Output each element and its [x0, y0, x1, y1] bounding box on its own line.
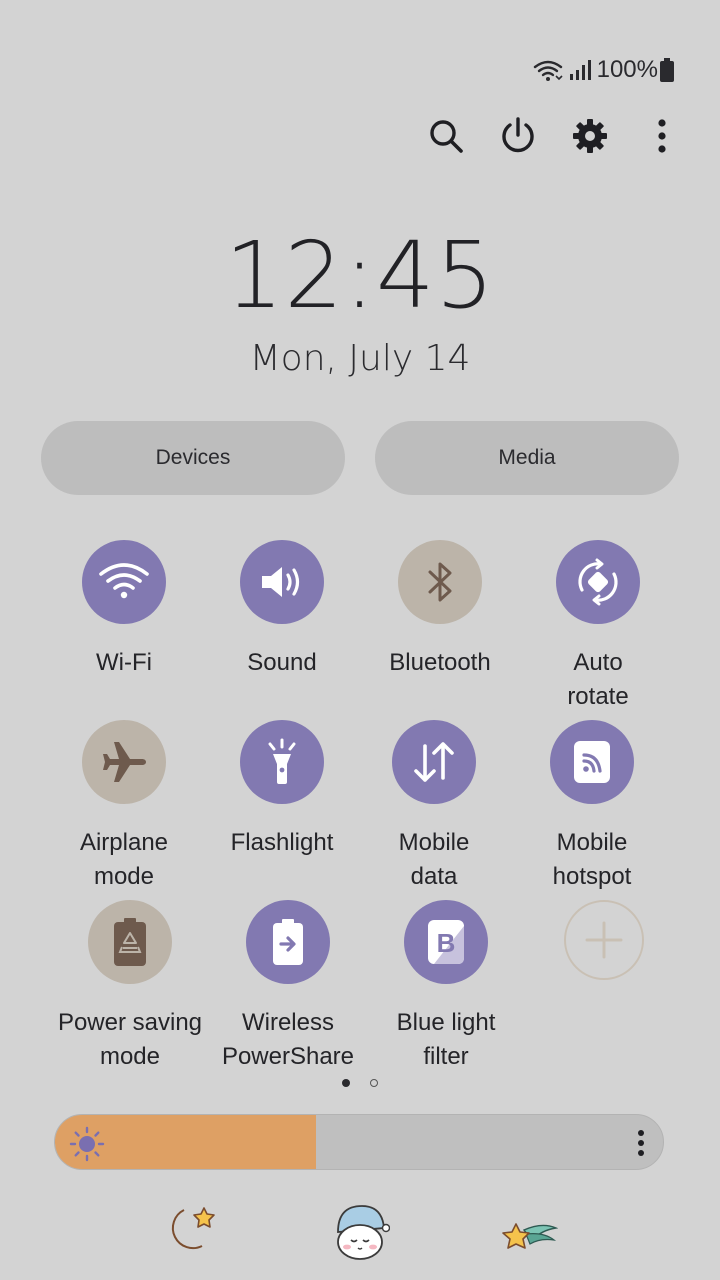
brightness-more-icon[interactable]	[637, 1129, 645, 1157]
status-bar: 100%	[533, 56, 674, 84]
tile-label: Auto rotate	[567, 649, 629, 710]
hotspot-icon	[574, 741, 610, 783]
power-saving-toggle[interactable]	[88, 900, 172, 984]
clock-time[interactable]: 12:45	[0, 222, 720, 329]
devices-button[interactable]: Devices	[41, 421, 345, 495]
blue-light-icon: B	[428, 920, 464, 964]
tile-mobile-hotspot[interactable]: Mobile hotspot	[512, 720, 672, 894]
more-options-button[interactable]	[644, 112, 680, 160]
decorative-stickers	[0, 1198, 720, 1268]
brightness-slider[interactable]	[54, 1114, 664, 1170]
power-icon	[502, 117, 534, 153]
flashlight-toggle[interactable]	[240, 720, 324, 804]
tile-label: Bluetooth	[389, 649, 491, 676]
media-button[interactable]: Media	[375, 421, 679, 495]
tile-label: Mobile hotspot	[552, 829, 632, 890]
bluetooth-toggle[interactable]	[398, 540, 482, 624]
powershare-toggle[interactable]	[246, 900, 330, 984]
add-tile-button[interactable]	[564, 900, 644, 980]
bluetooth-icon	[428, 562, 452, 602]
tile-label: Wi-Fi	[96, 649, 152, 676]
mobile-data-icon	[414, 742, 454, 782]
battery-icon	[660, 58, 674, 82]
tile-blue-light-filter[interactable]: B Blue light filter	[366, 900, 526, 1074]
tile-auto-rotate[interactable]: Auto rotate	[518, 540, 678, 714]
gear-icon	[573, 119, 607, 153]
battery-text: 100%	[596, 56, 658, 83]
search-icon	[430, 120, 463, 153]
wifi-status-icon	[533, 58, 563, 82]
page-indicator[interactable]	[342, 1079, 378, 1087]
tile-label: Sound	[247, 649, 317, 676]
auto-rotate-toggle[interactable]	[556, 540, 640, 624]
signal-icon	[569, 59, 591, 81]
search-button[interactable]	[428, 112, 464, 160]
tile-wireless-powershare[interactable]: Wireless PowerShare	[208, 900, 368, 1074]
svg-text:B: B	[437, 928, 456, 958]
wifi-icon	[99, 563, 149, 599]
airplane-icon	[103, 742, 146, 782]
tile-sound[interactable]: Sound	[202, 540, 362, 680]
moon-star-icon	[171, 1207, 215, 1250]
page-dot-active	[342, 1079, 350, 1087]
tile-bluetooth[interactable]: Bluetooth	[360, 540, 520, 680]
more-vert-icon	[658, 119, 666, 153]
hotspot-toggle[interactable]	[550, 720, 634, 804]
speaker-icon	[262, 567, 300, 597]
rotate-icon	[578, 558, 618, 606]
top-actions	[428, 112, 680, 160]
sun-icon	[69, 1126, 105, 1162]
blue-light-toggle[interactable]: B	[404, 900, 488, 984]
wifi-toggle[interactable]	[82, 540, 166, 624]
tile-label: Mobile data	[398, 829, 470, 890]
mobile-data-toggle[interactable]	[392, 720, 476, 804]
battery-recycle-icon	[114, 918, 146, 966]
airplane-toggle[interactable]	[82, 720, 166, 804]
tile-label: Wireless PowerShare	[221, 1009, 355, 1070]
tile-power-saving[interactable]: Power saving mode	[50, 900, 210, 1074]
sleepy-bunny-icon	[337, 1205, 390, 1260]
tile-airplane-mode[interactable]: Airplane mode	[44, 720, 204, 894]
settings-button[interactable]	[572, 112, 608, 160]
clock-date[interactable]: Mon, July 14	[0, 338, 720, 379]
tile-label: Flashlight	[230, 829, 334, 856]
shooting-star-icon	[502, 1223, 558, 1249]
tile-wifi[interactable]: Wi-Fi	[44, 540, 204, 680]
power-button[interactable]	[500, 112, 536, 160]
sound-toggle[interactable]	[240, 540, 324, 624]
tile-label: Airplane mode	[79, 829, 169, 890]
tile-mobile-data[interactable]: Mobile data	[354, 720, 514, 894]
tile-label: Power saving mode	[57, 1009, 203, 1070]
tile-add[interactable]	[524, 900, 684, 980]
tile-flashlight[interactable]: Flashlight	[202, 720, 362, 860]
flashlight-icon	[268, 738, 296, 784]
powershare-icon	[273, 919, 303, 965]
add-icon	[585, 921, 623, 959]
tile-label: Blue light filter	[396, 1009, 496, 1070]
page-dot-inactive	[370, 1079, 378, 1087]
